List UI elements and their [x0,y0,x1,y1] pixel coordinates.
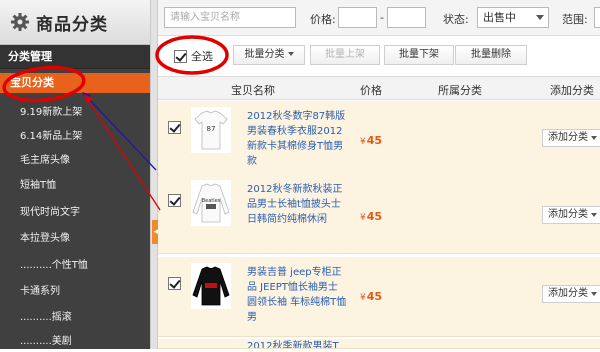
status-select[interactable]: 出售中 [477,7,549,28]
range-select[interactable] [594,7,600,28]
product-price: ¥45 [360,290,382,303]
price-max-input[interactable] [387,7,426,28]
sidebar-item-short-sleeve[interactable]: 短袖T恤 [0,176,150,196]
sidebar-item-baobei-category[interactable]: 宝贝分类 [0,73,150,93]
column-header-category: 所属分类 [438,84,482,97]
product-price: ¥45 [360,210,382,223]
table-header: 宝贝名称 价格 所属分类 添加分类 [158,76,600,100]
row-checkbox[interactable] [168,194,181,207]
gear-icon [11,13,29,31]
sidebar-item-cartoon[interactable]: 卡通系列 [0,282,150,302]
sidebar-item-mao-portrait[interactable]: 毛主席头像 [0,151,150,171]
price-value: 45 [366,134,383,147]
row-checkbox[interactable] [168,277,181,290]
table-row: 87 2012秋冬数字87韩版男装春秋季衣服2012新款卡其棉修身T恤男款 ¥4… [158,101,600,181]
select-all-label: 全选 [191,50,213,63]
currency-symbol: ¥ [360,293,366,303]
status-select-value: 出售中 [483,11,516,24]
checkbox-icon[interactable] [174,49,187,63]
select-all-checkbox[interactable]: 全选 [174,48,213,64]
sidebar-item-modern-text[interactable]: 现代时尚文字 [0,203,150,223]
product-thumbnail[interactable]: Beatles [191,180,231,226]
chevron-down-icon [591,213,597,217]
add-category-label: 添加分类 [548,288,588,299]
chevron-down-icon [591,292,597,296]
sidebar-item-919-new[interactable]: 9.19新款上架 [0,103,150,123]
price-separator: - [380,11,384,24]
search-bar: 价格: - 状态: 出售中 范围: [158,0,600,36]
row-checkbox[interactable] [168,121,181,134]
add-category-select[interactable]: 添加分类 [542,129,600,147]
sidebar-header: 商品分类 [0,0,150,45]
price-label: 价格: [310,13,336,26]
price-value: 45 [366,290,383,303]
splitter[interactable] [150,0,158,349]
add-category-label: 添加分类 [548,132,588,143]
batch-list-button[interactable]: 批量上架 [310,45,380,65]
product-name-link[interactable]: 2012秋冬数字87韩版男装春秋季衣服2012新款卡其棉修身T恤男款 [247,109,347,169]
sidebar-item-rock[interactable]: ..........摇滚 [0,308,150,328]
table-row: 男装吉普 jeep专柜正品 JEEPT恤长袖男士圆领长袖 车标纯棉T恤男 ¥45… [158,257,600,337]
search-input[interactable] [164,7,296,28]
toolbar: 全选 批量分类 批量上架 批量下架 批量删除 [158,36,600,76]
add-category-select[interactable]: 添加分类 [542,206,600,224]
product-thumbnail[interactable]: 87 [191,107,231,153]
product-thumbnail[interactable] [191,263,231,309]
batch-category-label: 批量分类 [244,49,285,60]
currency-symbol: ¥ [360,137,366,147]
sidebar-item-binladen[interactable]: 本拉登头像 [0,229,150,249]
range-label: 范围: [562,13,588,26]
batch-delete-button[interactable]: 批量删除 [455,45,527,65]
shirt-print-text: 87 [207,125,216,133]
product-price: ¥45 [360,134,382,147]
chevron-down-icon [591,136,597,140]
product-name-link[interactable]: 2012秋冬新款秋装正品男士长袖t恤披头士日韩简约纯棉休闲 [247,182,347,227]
table-row: 2012秋季新款男装T恤 [158,339,600,349]
batch-category-button[interactable]: 批量分类 [233,45,305,65]
add-category-label: 添加分类 [548,209,588,220]
product-name-link[interactable]: 2012秋季新款男装T恤 [247,339,347,348]
column-header-name: 宝贝名称 [231,84,275,97]
sidebar-section-title: 分类管理 [0,45,150,69]
batch-delist-button[interactable]: 批量下架 [384,45,454,65]
currency-symbol: ¥ [360,213,366,223]
table-row: Beatles 2012秋冬新款秋装正品男士长袖t恤披头士日韩简约纯棉休闲 ¥4… [158,174,600,254]
price-min-input[interactable] [338,7,377,28]
sidebar-item-personal-tshirt[interactable]: ..........个性T恤 [0,256,150,276]
product-name-link[interactable]: 男装吉普 jeep专柜正品 JEEPT恤长袖男士圆领长袖 车标纯棉T恤男 [247,265,347,325]
sidebar-item-614-new[interactable]: 6.14新品上架 [0,127,150,147]
column-header-price: 价格 [360,84,382,97]
sidebar-title: 商品分类 [36,14,108,35]
price-value: 45 [366,210,383,223]
column-header-add: 添加分类 [550,84,594,97]
shirt-print-text: Beatles [202,198,221,204]
status-label: 状态: [443,13,469,26]
chevron-down-icon [287,52,294,56]
add-category-select[interactable]: 添加分类 [542,285,600,303]
chevron-down-icon [536,15,544,20]
sidebar-item-us-drama[interactable]: ..........美剧 [0,332,150,352]
